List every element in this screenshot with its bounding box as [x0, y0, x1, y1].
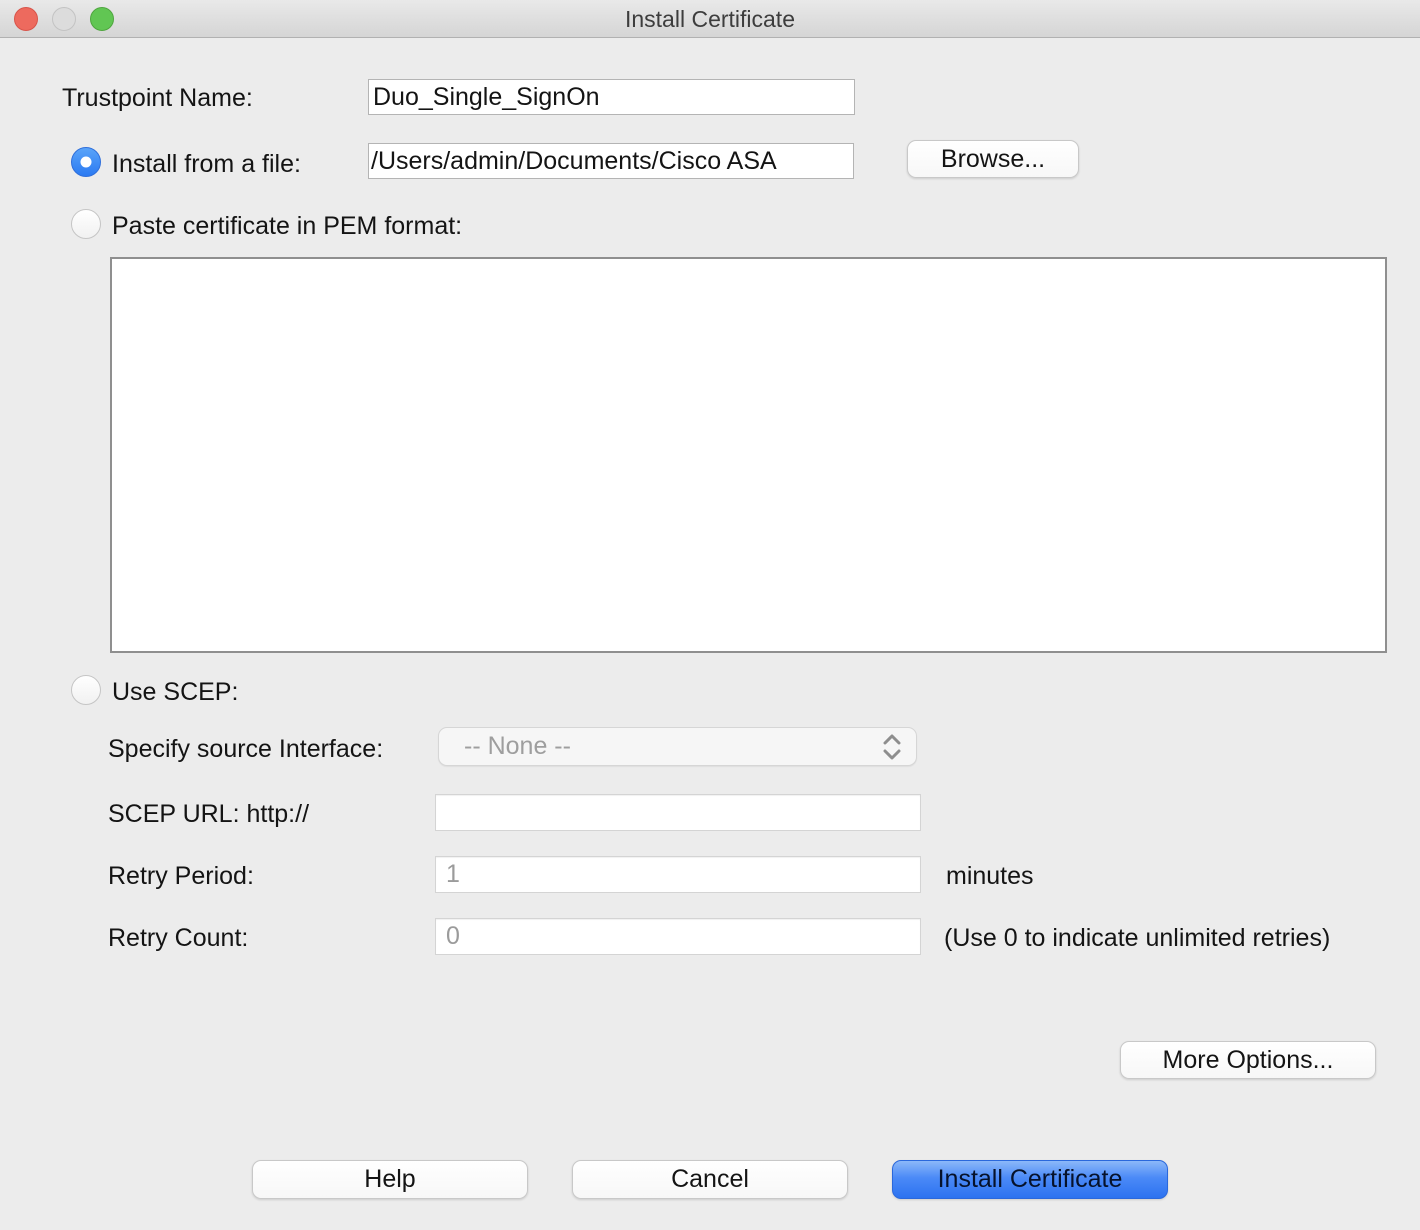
- window-title: Install Certificate: [0, 0, 1420, 38]
- help-button[interactable]: Help: [252, 1160, 528, 1199]
- more-options-button[interactable]: More Options...: [1120, 1041, 1376, 1079]
- install-from-file-label: Install from a file:: [112, 150, 301, 179]
- retry-period-input[interactable]: [435, 856, 921, 893]
- install-file-path-input[interactable]: [368, 143, 854, 179]
- use-scep-label: Use SCEP:: [112, 678, 238, 707]
- install-certificate-button[interactable]: Install Certificate: [892, 1160, 1168, 1199]
- scep-url-input[interactable]: [435, 794, 921, 831]
- paste-pem-radio[interactable]: [71, 209, 101, 239]
- install-certificate-dialog: Install Certificate Trustpoint Name: Ins…: [0, 0, 1420, 1230]
- retry-period-unit-label: minutes: [946, 862, 1034, 891]
- use-scep-radio[interactable]: [71, 675, 101, 705]
- cancel-button[interactable]: Cancel: [572, 1160, 848, 1199]
- source-interface-label: Specify source Interface:: [108, 735, 383, 764]
- retry-count-hint-label: (Use 0 to indicate unlimited retries): [944, 924, 1330, 953]
- retry-count-input[interactable]: [435, 918, 921, 955]
- trustpoint-name-label: Trustpoint Name:: [62, 84, 253, 113]
- install-from-file-radio[interactable]: [71, 147, 101, 177]
- paste-pem-label: Paste certificate in PEM format:: [112, 212, 462, 241]
- retry-count-label: Retry Count:: [108, 924, 248, 953]
- browse-button[interactable]: Browse...: [907, 140, 1079, 178]
- retry-period-label: Retry Period:: [108, 862, 254, 891]
- trustpoint-name-input[interactable]: [368, 79, 855, 115]
- source-interface-selected-value: -- None --: [464, 728, 571, 765]
- scep-url-label: SCEP URL: http://: [108, 800, 309, 829]
- pem-certificate-textarea[interactable]: [110, 257, 1387, 653]
- source-interface-select[interactable]: -- None --: [438, 727, 917, 766]
- stepper-chevrons-icon: [881, 733, 903, 761]
- titlebar: Install Certificate: [0, 0, 1420, 38]
